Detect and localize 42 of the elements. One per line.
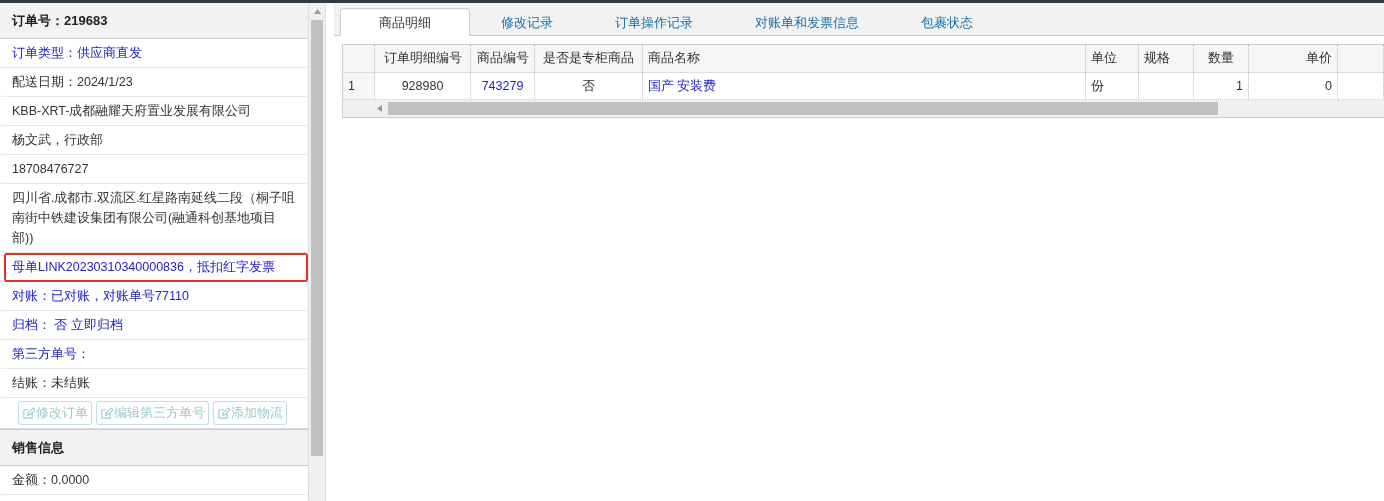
edit-icon xyxy=(217,406,230,420)
highlighted-info-text[interactable]: 母单LINK20230310340000836，抵扣红字发票 xyxy=(4,253,308,282)
info-text: 杨文武，行政部 xyxy=(0,126,308,155)
column-header[interactable]: 是否是专柜商品 xyxy=(535,45,643,73)
tab[interactable]: 订单操作记录 xyxy=(584,8,724,36)
corner-header-cell xyxy=(343,45,375,73)
tab[interactable]: 修改记录 xyxy=(470,8,584,36)
info-text[interactable]: 订单类型：供应商直发 xyxy=(0,39,308,68)
info-text[interactable]: 第三方单号： xyxy=(0,340,308,369)
info-text: KBB-XRT-成都融耀天府置业发展有限公司 xyxy=(0,97,308,126)
column-header[interactable]: 单位 xyxy=(1086,45,1139,73)
table-cell[interactable]: 国产 安装费 xyxy=(643,73,1086,100)
table-cell: 928980 xyxy=(375,73,471,100)
info-text[interactable]: 归档： 否 立即归档 xyxy=(0,311,308,340)
section-title: 订单号：219683 xyxy=(0,3,308,39)
table-cell: 1 xyxy=(1194,73,1249,100)
column-header[interactable]: 订单明细编号 xyxy=(375,45,471,73)
tab[interactable]: 对账单和发票信息 xyxy=(724,8,890,36)
row-number: 1 xyxy=(343,73,375,100)
edit-icon xyxy=(22,406,35,420)
info-text: 四川省.成都市.双流区.红星路南延线二段（桐子咀南街中铁建设集团有限公司(融通科创基地项目部)) xyxy=(0,184,308,253)
column-header[interactable]: 单价 xyxy=(1249,45,1338,73)
scrollbar[interactable] xyxy=(309,3,326,501)
section-title: 销售信息 xyxy=(0,429,308,466)
scroll-up-icon[interactable] xyxy=(312,7,322,16)
table-cell[interactable]: 743279 xyxy=(471,73,535,100)
column-header[interactable]: 商品名称 xyxy=(643,45,1086,73)
table-cell: 否 xyxy=(535,73,643,100)
info-text: 金额：0.0000 xyxy=(0,466,308,495)
table-cell: 份 xyxy=(1086,73,1139,100)
column-header[interactable]: 规格 xyxy=(1139,45,1194,73)
info-text[interactable]: 对账：已对账，对账单号77110 xyxy=(0,282,308,311)
column-header[interactable]: 商品编号 xyxy=(471,45,535,73)
scroll-left-icon[interactable] xyxy=(375,104,384,113)
edit-icon xyxy=(100,406,113,420)
tab[interactable]: 商品明细 xyxy=(340,8,470,36)
column-header[interactable]: 数量 xyxy=(1194,45,1249,73)
table-cell: 0 xyxy=(1249,73,1338,100)
info-text: 结账：未结账 xyxy=(0,369,308,398)
info-text: 配送日期：2024/1/23 xyxy=(0,68,308,97)
info-text: 18708476727 xyxy=(0,155,308,184)
tab[interactable]: 包裹状态 xyxy=(890,8,1004,36)
